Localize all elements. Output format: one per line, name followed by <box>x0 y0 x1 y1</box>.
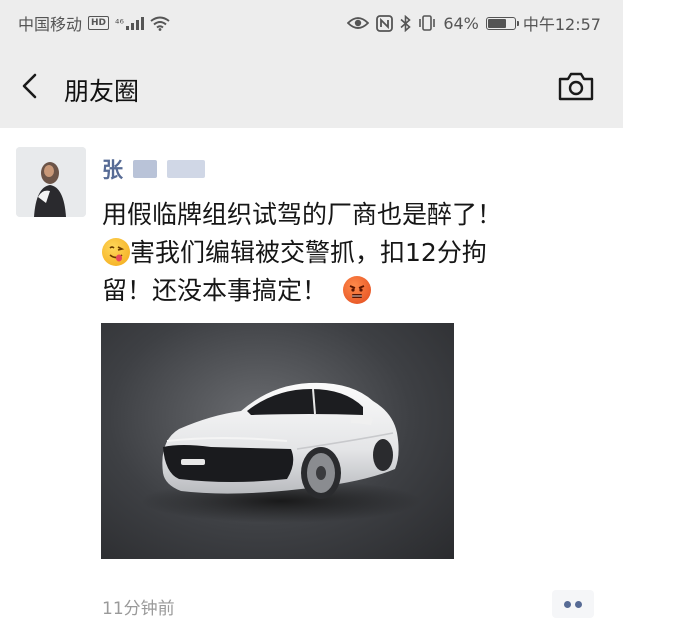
more-dots-icon <box>564 601 571 608</box>
phone-screen: 中国移动 HD ⁴⁶ 64% 中午12:57 朋友圈 张 用假临牌组织试驾的厂商… <box>0 0 623 627</box>
author-name: 张 <box>102 158 123 182</box>
camera-icon <box>558 72 594 101</box>
post-text-line: 害我们编辑被交警抓，扣12分拘 <box>102 234 602 272</box>
tongue-out-emoji-icon <box>102 238 130 266</box>
wifi-icon <box>150 16 170 31</box>
post-text-line: 用假临牌组织试驾的厂商也是醉了！ <box>102 200 503 229</box>
hd-badge: HD <box>88 16 110 30</box>
avatar-photo <box>16 147 86 217</box>
carrier-label: 中国移动 <box>18 15 83 34</box>
name-blur <box>167 160 205 178</box>
eye-icon <box>347 17 370 29</box>
battery-icon <box>485 16 519 30</box>
network-type: ⁴⁶ <box>115 16 124 30</box>
post-text-span: 害我们编辑被交警抓，扣12分拘 <box>130 238 487 267</box>
post-text: 用假临牌组织试驾的厂商也是醉了！ 害我们编辑被交警抓，扣12分拘 留！还没本事搞… <box>102 196 602 310</box>
vibrate-icon <box>419 15 436 31</box>
post-timestamp: 11分钟前 <box>102 599 175 619</box>
name-blur <box>133 160 157 178</box>
more-button[interactable] <box>552 590 594 618</box>
angry-emoji-icon <box>343 276 372 304</box>
avatar[interactable] <box>16 147 86 217</box>
post-text-span: 留！还没本事搞定！ <box>102 276 328 305</box>
nav-bar: 朋友圈 <box>0 44 623 128</box>
signal-icon <box>125 17 144 30</box>
bluetooth-icon <box>400 14 412 32</box>
post-image[interactable] <box>101 323 454 559</box>
battery-percent: 64% <box>443 13 479 33</box>
more-dots-icon <box>575 601 582 608</box>
status-bar: 中国移动 HD ⁴⁶ 64% 中午12:57 <box>0 0 623 44</box>
post-author[interactable]: 张 <box>102 154 205 184</box>
camera-button[interactable] <box>557 70 595 102</box>
clock: 中午12:57 <box>522 15 601 34</box>
car-photo <box>141 382 421 523</box>
status-left: 中国移动 HD ⁴⁶ <box>18 11 170 35</box>
page-title: 朋友圈 <box>64 77 140 106</box>
post-text-line: 留！还没本事搞定！ <box>102 272 602 310</box>
battery-level <box>487 18 506 28</box>
status-right: 64% 中午12:57 <box>347 11 601 35</box>
back-button[interactable] <box>16 70 46 102</box>
chevron-left-icon <box>22 73 37 99</box>
nfc-icon <box>376 14 394 32</box>
